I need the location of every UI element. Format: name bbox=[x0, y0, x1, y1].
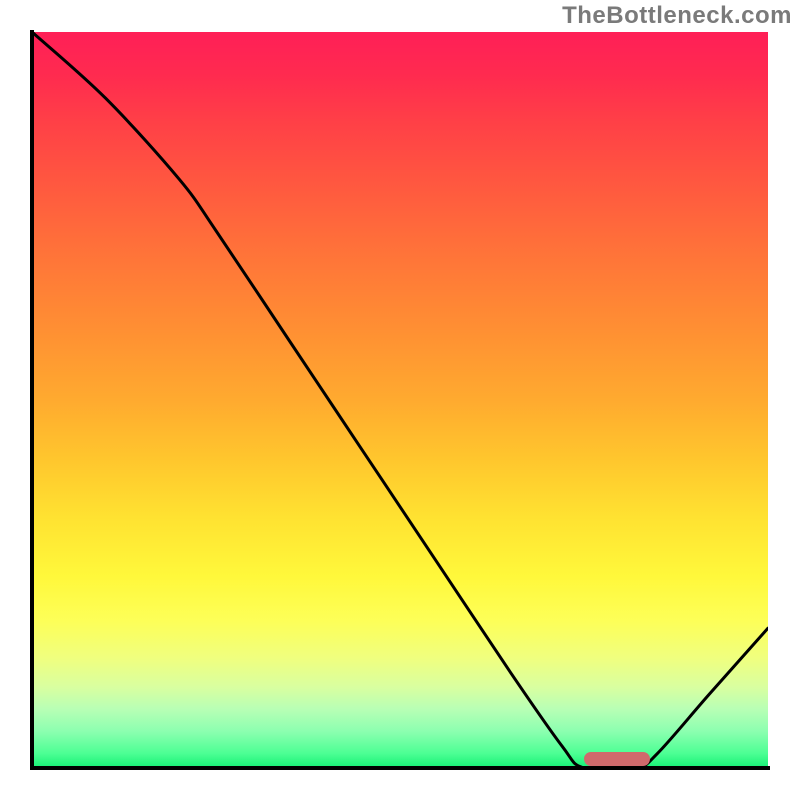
bottleneck-curve bbox=[32, 32, 768, 768]
y-axis bbox=[30, 30, 34, 770]
x-axis bbox=[30, 766, 770, 770]
watermark-label: TheBottleneck.com bbox=[562, 2, 792, 30]
optimal-range-marker bbox=[584, 752, 650, 766]
chart-container: TheBottleneck.com bbox=[0, 0, 800, 800]
